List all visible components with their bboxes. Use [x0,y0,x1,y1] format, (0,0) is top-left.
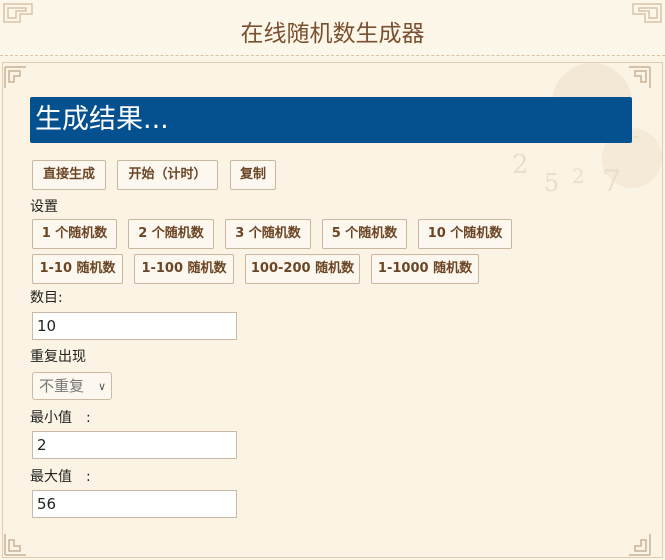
start-timer-button[interactable]: 开始（计时） [117,160,218,190]
svg-text:2: 2 [572,164,585,188]
repeat-select[interactable]: 不重复 ∨ [32,372,112,400]
count-input[interactable]: 10 [32,312,237,340]
generate-button[interactable]: 直接生成 [32,160,106,190]
preset-2-numbers-button[interactable]: 2 个随机数 [128,219,214,249]
repeat-label: 重复出现 [30,349,86,365]
range-1-10-button[interactable]: 1-10 随机数 [32,254,123,284]
corner-ornament-icon [632,3,662,23]
range-100-200-button[interactable]: 100-200 随机数 [245,254,360,284]
min-input[interactable]: 2 [32,431,237,459]
min-label: 最小值 : [30,410,91,426]
range-1-1000-button[interactable]: 1-1000 随机数 [371,254,479,284]
preset-3-numbers-button[interactable]: 3 个随机数 [225,219,311,249]
max-label: 最大值 : [30,469,91,485]
svg-text:5: 5 [544,169,559,197]
frame-corner-icon [629,66,651,88]
svg-text:2: 2 [512,150,529,180]
page-header: 在线随机数生成器 [0,0,665,56]
preset-1-number-button[interactable]: 1 个随机数 [32,219,117,249]
preset-10-numbers-button[interactable]: 10 个随机数 [418,219,512,249]
frame-corner-icon [4,66,26,88]
preset-5-numbers-button[interactable]: 5 个随机数 [322,219,407,249]
max-input[interactable]: 56 [32,490,237,518]
frame-corner-icon [4,534,26,556]
chevron-down-icon: ∨ [97,380,106,393]
range-1-100-button[interactable]: 1-100 随机数 [134,254,234,284]
copy-button[interactable]: 复制 [230,160,276,190]
settings-heading: 设置 [30,199,58,215]
svg-text:-: - [632,124,639,149]
repeat-select-value: 不重复 [39,377,85,395]
count-label: 数目: [30,290,63,306]
result-display: 生成结果... [30,97,632,143]
frame-corner-icon [629,534,651,556]
svg-text:7: 7 [602,164,621,199]
page-title: 在线随机数生成器 [240,21,425,47]
